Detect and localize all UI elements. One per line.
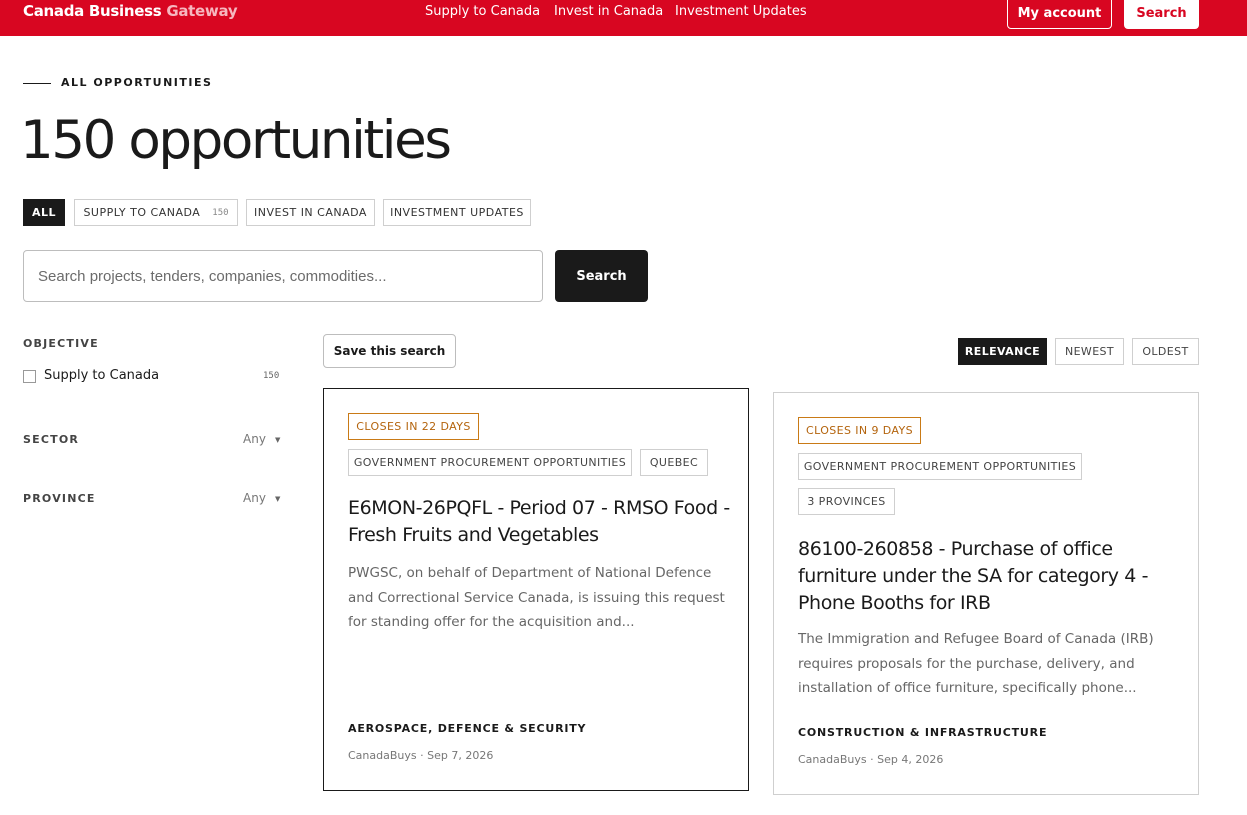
search-button[interactable]: Search xyxy=(555,250,648,302)
tab-investment-updates[interactable]: INVESTMENT UPDATES xyxy=(383,199,531,226)
tab-label: ALL xyxy=(31,206,57,219)
tab-label: INVEST IN CANADA xyxy=(254,206,367,219)
category-chip: GOVERNMENT PROCUREMENT OPPORTUNITIES xyxy=(348,449,632,476)
caret-down-icon[interactable]: ▼ xyxy=(275,436,280,444)
filter-objective-title: OBJECTIVE xyxy=(23,337,99,350)
brand-logo[interactable]: Canada Business Gateway xyxy=(23,2,238,20)
page-eyebrow: ALL OPPORTUNITIES xyxy=(61,76,213,89)
tab-invest-in-canada[interactable]: INVEST IN CANADA xyxy=(246,199,375,226)
closes-badge: CLOSES IN 9 DAYS xyxy=(798,417,921,444)
eyebrow-divider xyxy=(23,83,51,84)
opportunity-card[interactable]: CLOSES IN 9 DAYS GOVERNMENT PROCUREMENT … xyxy=(773,392,1199,795)
region-chip: QUEBEC xyxy=(640,449,708,476)
tab-all[interactable]: ALL xyxy=(23,199,65,226)
brand-name: Canada Business xyxy=(23,2,162,20)
nav-link-supply-to-canada[interactable]: Supply to Canada xyxy=(425,4,540,19)
sector-select[interactable]: Any xyxy=(243,432,266,446)
page-title: 150 opportunities xyxy=(20,110,452,171)
brand-accent: Gateway xyxy=(166,2,238,20)
sort-relevance[interactable]: RELEVANCE xyxy=(958,338,1047,365)
card-sector: CONSTRUCTION & INFRASTRUCTURE xyxy=(798,726,1048,739)
region-chip: 3 PROVINCES xyxy=(798,488,895,515)
closes-badge: CLOSES IN 22 DAYS xyxy=(348,413,479,440)
tab-count: 150 xyxy=(212,207,229,218)
checkbox-icon[interactable] xyxy=(23,370,36,383)
tab-label: INVESTMENT UPDATES xyxy=(390,206,524,219)
filter-option-supply-to-canada[interactable]: Supply to Canada xyxy=(44,368,159,383)
filter-sector-title: SECTOR xyxy=(23,433,80,446)
caret-down-icon[interactable]: ▼ xyxy=(275,495,280,503)
my-account-button[interactable]: My account xyxy=(1007,0,1112,29)
header-search-button[interactable]: Search xyxy=(1124,0,1199,29)
card-description: PWGSC, on behalf of Department of Nation… xyxy=(348,565,725,630)
card-sector: AEROSPACE, DEFENCE & SECURITY xyxy=(348,722,587,735)
filter-option-count: 150 xyxy=(263,371,280,381)
nav-link-investment-updates[interactable]: Investment Updates xyxy=(675,4,807,19)
category-chip: GOVERNMENT PROCUREMENT OPPORTUNITIES xyxy=(798,453,1082,480)
card-meta: CanadaBuys · Sep 7, 2026 xyxy=(348,749,494,762)
province-select[interactable]: Any xyxy=(243,491,266,505)
tab-label: SUPPLY TO CANADA xyxy=(83,206,201,219)
search-input[interactable] xyxy=(23,250,543,302)
tab-supply-to-canada[interactable]: SUPPLY TO CANADA 150 xyxy=(74,199,238,226)
save-search-button[interactable]: Save this search xyxy=(323,334,456,368)
filter-province-title: PROVINCE xyxy=(23,492,96,505)
nav-link-invest-in-canada[interactable]: Invest in Canada xyxy=(554,4,663,19)
card-meta: CanadaBuys · Sep 4, 2026 xyxy=(798,753,944,766)
card-title[interactable]: E6MON-26PQFL - Period 07 - RMSO Food - F… xyxy=(348,495,733,549)
sort-oldest[interactable]: OLDEST xyxy=(1132,338,1199,365)
card-title[interactable]: 86100-260858 - Purchase of office furnit… xyxy=(798,536,1183,617)
top-navigation-bar: Canada Business Gateway Supply to Canada… xyxy=(0,0,1247,36)
opportunity-card[interactable]: CLOSES IN 22 DAYS GOVERNMENT PROCUREMENT… xyxy=(323,388,749,791)
card-description: The Immigration and Refugee Board of Can… xyxy=(798,631,1154,696)
sort-newest[interactable]: NEWEST xyxy=(1055,338,1124,365)
